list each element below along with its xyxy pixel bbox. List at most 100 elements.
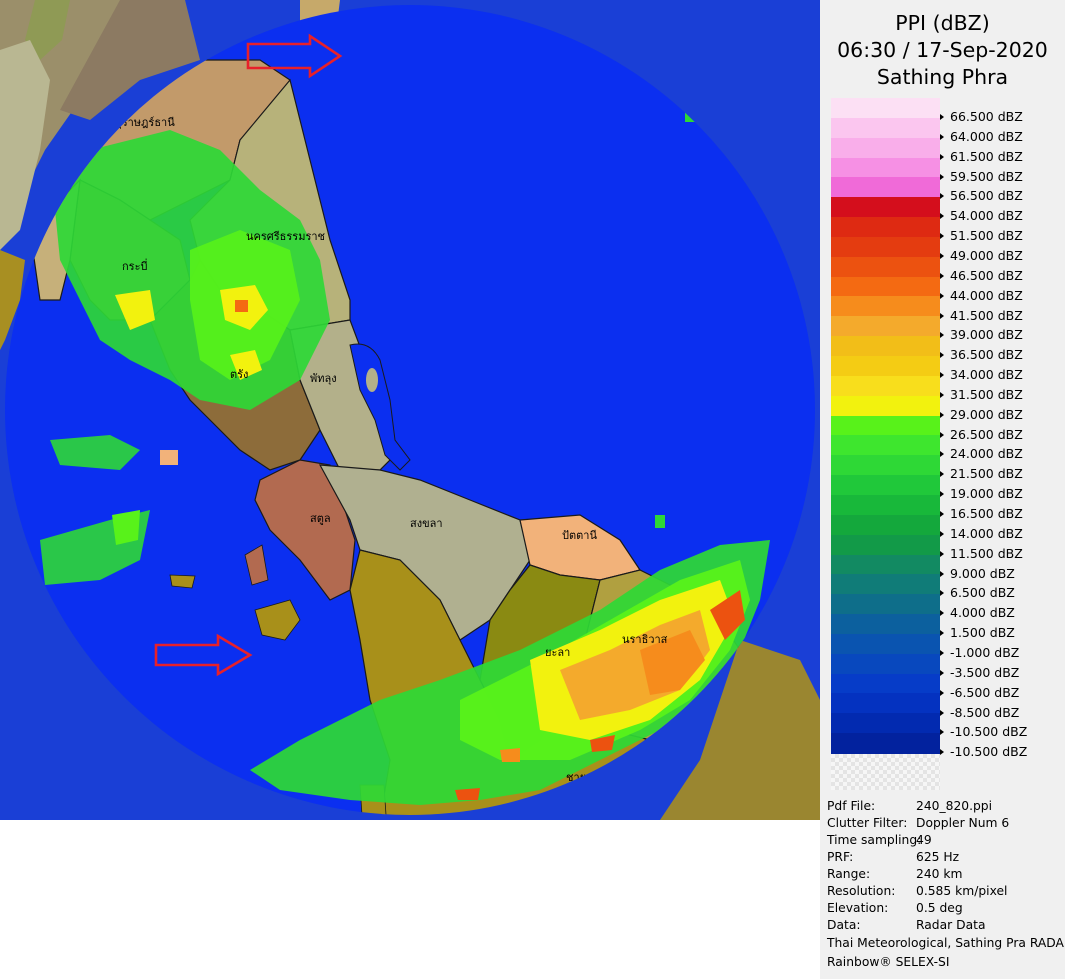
tick-arrow-icon xyxy=(940,590,944,597)
tick-arrow-icon xyxy=(940,570,944,577)
scale-swatch xyxy=(831,435,940,456)
tick-value: 21.500 dBZ xyxy=(950,466,1023,482)
scale-swatch xyxy=(831,693,940,714)
scale-tick-labels: 66.500 dBZ 64.000 dBZ 61.500 dBZ 59.500 dBZ… xyxy=(940,0,1065,760)
scale-tick-label: 1.500 dBZ xyxy=(940,626,1015,640)
tick-arrow-icon xyxy=(940,153,944,160)
label-trang: ตรัง xyxy=(230,368,248,381)
tick-value: 36.500 dBZ xyxy=(950,347,1023,363)
scale-tick-label: -3.500 dBZ xyxy=(940,664,1020,680)
scale-tick-label: 54.000 dBZ xyxy=(940,209,1023,223)
tick-value: 54.000 dBZ xyxy=(950,208,1023,224)
tick-arrow-icon xyxy=(940,352,944,359)
credit-line: Rainbow® SELEX-SI xyxy=(827,955,950,969)
tick-value: 6.500 dBZ xyxy=(950,585,1015,601)
scale-tick-label: 41.500 dBZ xyxy=(940,308,1023,323)
scale-transparent-swatch xyxy=(831,754,940,790)
scale-tick-label: -10.500 dBZ xyxy=(940,745,1027,759)
tick-value: -3.500 dBZ xyxy=(950,664,1020,680)
tick-arrow-icon xyxy=(940,709,944,716)
scale-swatch xyxy=(831,594,940,615)
tick-arrow-icon xyxy=(940,471,944,478)
tick-arrow-icon xyxy=(940,511,944,517)
info-key: Time sampling: xyxy=(827,833,922,847)
scale-tick-label: 36.500 dBZ xyxy=(940,348,1023,362)
radar-info: Pdf File: 240_820.ppi Clutter Filter: Doppl… xyxy=(827,798,1065,972)
info-row: Elevation: 0.5 deg xyxy=(827,900,1065,917)
scale-tick-label: 31.500 dBZ xyxy=(940,386,1023,402)
tick-value: 11.500 dBZ xyxy=(950,545,1023,561)
scale-tick-label: 44.000 dBZ xyxy=(940,288,1023,303)
tick-arrow-icon xyxy=(940,749,944,756)
scale-tick-label: 39.000 dBZ xyxy=(940,328,1023,342)
tick-value: 14.000 dBZ xyxy=(950,525,1023,541)
scale-tick-label: -1.000 dBZ xyxy=(940,644,1020,660)
tick-value: 39.000 dBZ xyxy=(950,327,1023,343)
info-row: Clutter Filter: Doppler Num 6 xyxy=(827,815,1065,832)
scale-swatch xyxy=(831,356,940,377)
radar-map: สุราษฎร์ธานี นครศรีธรรมราช กระบี่ ตรัง พ… xyxy=(0,0,820,820)
info-key: Pdf File: xyxy=(827,799,876,813)
label-satun: สตูล xyxy=(310,512,331,525)
scale-tick-label: 24.000 dBZ xyxy=(940,447,1023,461)
info-row: Data: Radar Data xyxy=(827,917,1065,934)
tick-value: -1.000 dBZ xyxy=(950,644,1020,660)
tick-value: 61.500 dBZ xyxy=(950,148,1023,164)
scale-tick-label: 59.500 dBZ xyxy=(940,168,1023,184)
tick-arrow-icon xyxy=(940,332,944,339)
scale-swatch xyxy=(831,217,940,238)
scale-swatch xyxy=(831,574,940,595)
scale-tick-label: 49.000 dBZ xyxy=(940,247,1023,263)
scale-tick-label: 66.500 dBZ xyxy=(940,110,1023,124)
info-key: Range: xyxy=(827,867,871,881)
tick-arrow-icon xyxy=(940,669,944,676)
scale-swatch xyxy=(831,316,940,337)
scale-swatch xyxy=(831,395,940,417)
scale-swatch xyxy=(831,415,940,436)
scale-tick-label: -8.500 dBZ xyxy=(940,704,1020,720)
label-yala: ยะลา xyxy=(545,646,570,659)
tick-value: 31.500 dBZ xyxy=(950,386,1023,402)
tick-arrow-icon xyxy=(940,729,944,736)
scale-swatch xyxy=(831,197,940,218)
tick-value: 59.500 dBZ xyxy=(950,168,1023,184)
tick-value: 51.500 dBZ xyxy=(950,228,1023,244)
tick-value: 66.500 dBZ xyxy=(950,109,1023,124)
scale-swatch xyxy=(831,614,940,635)
scale-tick-label: 21.500 dBZ xyxy=(940,467,1023,481)
info-key: PRF: xyxy=(827,850,854,864)
tick-value: -10.500 dBZ xyxy=(950,724,1028,740)
lake-islet xyxy=(366,368,378,392)
tick-value: 24.000 dBZ xyxy=(950,446,1023,462)
tick-arrow-icon xyxy=(940,312,944,319)
scale-swatch xyxy=(831,554,940,575)
credit-line: Thai Meteorological, Sathing Pra RADAR xyxy=(827,936,1065,950)
tick-value: 1.500 dBZ xyxy=(950,625,1015,641)
scale-swatch xyxy=(831,336,940,357)
info-value: Doppler Num 6 xyxy=(916,816,1010,830)
tick-arrow-icon xyxy=(940,372,944,379)
tick-arrow-icon xyxy=(940,213,944,220)
tick-arrow-icon xyxy=(940,550,944,557)
scale-swatch xyxy=(831,514,940,536)
scale-swatch xyxy=(831,653,940,675)
scale-swatch xyxy=(831,673,940,695)
scale-tick-label: 46.500 dBZ xyxy=(940,268,1023,283)
scale-tick-label: -6.500 dBZ xyxy=(940,684,1020,700)
info-key: Resolution: xyxy=(827,884,896,898)
label-nakhon: นครศรีธรรมราช xyxy=(246,230,325,243)
scale-tick-label: 16.500 dBZ xyxy=(940,507,1023,521)
tick-value: 49.000 dBZ xyxy=(950,247,1023,263)
info-row: Range: 240 km xyxy=(827,866,1065,883)
info-key: Elevation: xyxy=(827,901,889,915)
label-krabi: กระบี่ xyxy=(122,258,147,273)
scale-tick-label: 51.500 dBZ xyxy=(940,229,1023,243)
scale-swatch xyxy=(831,713,940,734)
tick-arrow-icon xyxy=(940,114,944,120)
scale-swatch xyxy=(831,494,940,516)
tick-value: -8.500 dBZ xyxy=(950,704,1020,720)
info-value: 625 Hz xyxy=(916,850,960,864)
info-key: Data: xyxy=(827,918,861,932)
tick-value: -6.500 dBZ xyxy=(950,684,1020,700)
tick-value: 26.500 dBZ xyxy=(950,426,1023,442)
